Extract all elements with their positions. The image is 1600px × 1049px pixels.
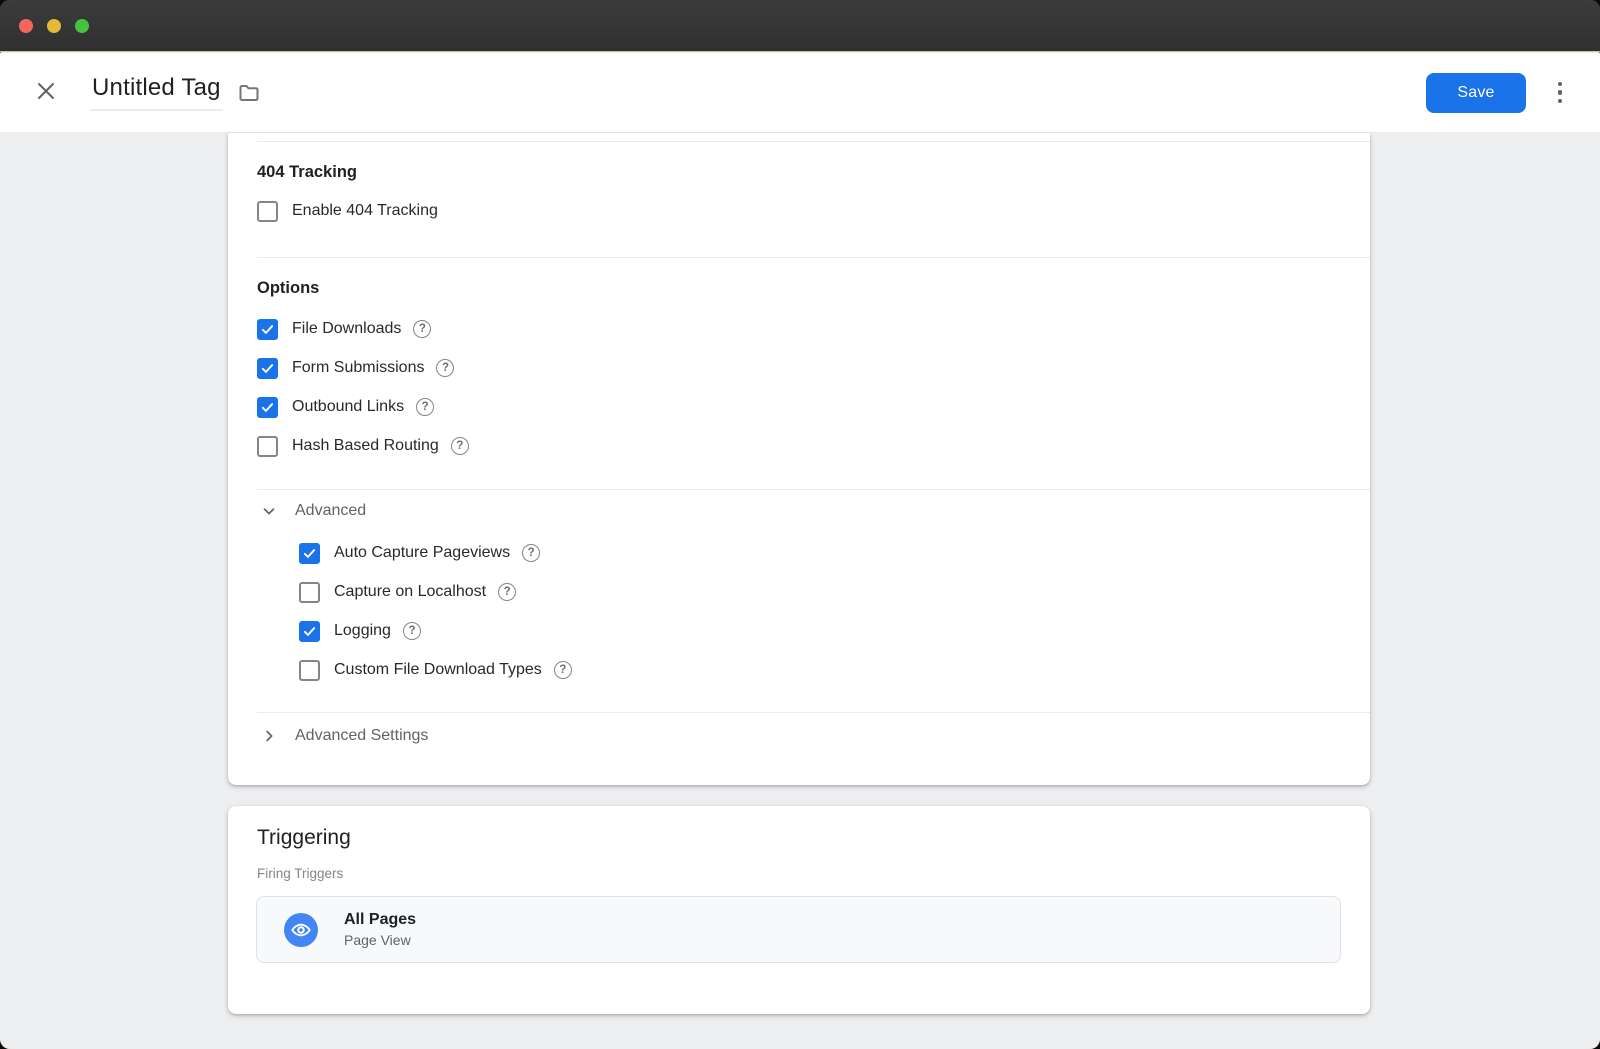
checkbox-label[interactable]: Enable 404 Tracking	[292, 202, 438, 220]
tag-name-field[interactable]: Untitled Tag	[90, 74, 223, 111]
checkbox-row-file-downloads: File Downloads ?	[257, 317, 1370, 341]
checkbox-row-logging: Logging ?	[299, 619, 1370, 643]
help-icon[interactable]: ?	[522, 544, 540, 562]
chevron-right-icon	[260, 727, 278, 745]
section-heading-options: Options	[257, 279, 1370, 298]
checkbox-row-auto-capture-pageviews: Auto Capture Pageviews ?	[299, 541, 1370, 565]
checkbox-label[interactable]: File Downloads	[292, 320, 401, 338]
checkbox-form-submissions[interactable]	[257, 358, 278, 379]
checkbox-label[interactable]: Form Submissions	[292, 359, 424, 377]
trigger-row-all-pages[interactable]: All Pages Page View	[256, 896, 1341, 963]
checkbox-file-downloads[interactable]	[257, 319, 278, 340]
help-icon[interactable]: ?	[554, 661, 572, 679]
checkbox-label[interactable]: Hash Based Routing	[292, 437, 439, 455]
checkbox-row-hash-based-routing: Hash Based Routing ?	[257, 434, 1370, 458]
help-icon[interactable]: ?	[498, 583, 516, 601]
macos-titlebar	[0, 0, 1600, 52]
kebab-menu-icon	[1558, 82, 1563, 87]
triggering-title: Triggering	[257, 826, 1370, 850]
more-options-button[interactable]	[1548, 78, 1572, 108]
save-button[interactable]: Save	[1426, 73, 1526, 113]
advanced-toggle[interactable]: Advanced	[257, 499, 1370, 523]
close-icon	[34, 79, 58, 106]
section-divider	[257, 712, 1370, 713]
section-divider	[257, 489, 1370, 490]
firing-triggers-label: Firing Triggers	[257, 866, 1370, 881]
section-divider	[257, 141, 1370, 142]
main-content: 404 Tracking Enable 404 Tracking Options…	[0, 133, 1600, 1049]
checkbox-row-outbound-links: Outbound Links ?	[257, 395, 1370, 419]
app-window: Untitled Tag Save 404 Tracking Enable 40…	[0, 0, 1600, 1049]
help-icon[interactable]: ?	[416, 398, 434, 416]
checkbox-label[interactable]: Auto Capture Pageviews	[334, 544, 510, 562]
tag-configuration-card: 404 Tracking Enable 404 Tracking Options…	[228, 133, 1370, 785]
triggering-card: Triggering Firing Triggers All Pages Pag…	[228, 806, 1370, 1014]
trigger-text: All Pages Page View	[344, 911, 416, 948]
checkbox-row-form-submissions: Form Submissions ?	[257, 356, 1370, 380]
close-window-button[interactable]	[19, 19, 33, 33]
checkbox-hash-based-routing[interactable]	[257, 436, 278, 457]
trigger-type: Page View	[344, 932, 416, 948]
checkbox-row-custom-file-download-types: Custom File Download Types ?	[299, 658, 1370, 682]
editor-header: Untitled Tag Save	[0, 53, 1600, 133]
checkbox-logging[interactable]	[299, 621, 320, 642]
trigger-name: All Pages	[344, 911, 416, 929]
minimize-window-button[interactable]	[47, 19, 61, 33]
zoom-window-button[interactable]	[75, 19, 89, 33]
checkbox-label[interactable]: Logging	[334, 622, 391, 640]
close-editor-button[interactable]	[34, 81, 58, 105]
checkbox-auto-capture-pageviews[interactable]	[299, 543, 320, 564]
checkbox-label[interactable]: Capture on Localhost	[334, 583, 486, 601]
checkbox-row-capture-on-localhost: Capture on Localhost ?	[299, 580, 1370, 604]
checkbox-outbound-links[interactable]	[257, 397, 278, 418]
checkbox-label[interactable]: Outbound Links	[292, 398, 404, 416]
advanced-settings-label: Advanced Settings	[295, 727, 428, 745]
help-icon[interactable]: ?	[403, 622, 421, 640]
help-icon[interactable]: ?	[413, 320, 431, 338]
page-view-trigger-icon	[284, 913, 318, 947]
help-icon[interactable]: ?	[451, 437, 469, 455]
folder-icon[interactable]	[237, 81, 261, 105]
chevron-down-icon	[260, 502, 278, 520]
checkbox-enable-404-tracking[interactable]	[257, 201, 278, 222]
advanced-settings-toggle[interactable]: Advanced Settings	[257, 724, 1370, 748]
traffic-lights	[19, 19, 89, 33]
checkbox-custom-file-download-types[interactable]	[299, 660, 320, 681]
section-divider	[257, 257, 1370, 258]
checkbox-label[interactable]: Custom File Download Types	[334, 661, 542, 679]
advanced-label: Advanced	[295, 502, 366, 520]
checkbox-capture-on-localhost[interactable]	[299, 582, 320, 603]
help-icon[interactable]: ?	[436, 359, 454, 377]
checkbox-row-enable-404: Enable 404 Tracking	[257, 199, 1370, 223]
section-heading-404-tracking: 404 Tracking	[257, 163, 1370, 182]
